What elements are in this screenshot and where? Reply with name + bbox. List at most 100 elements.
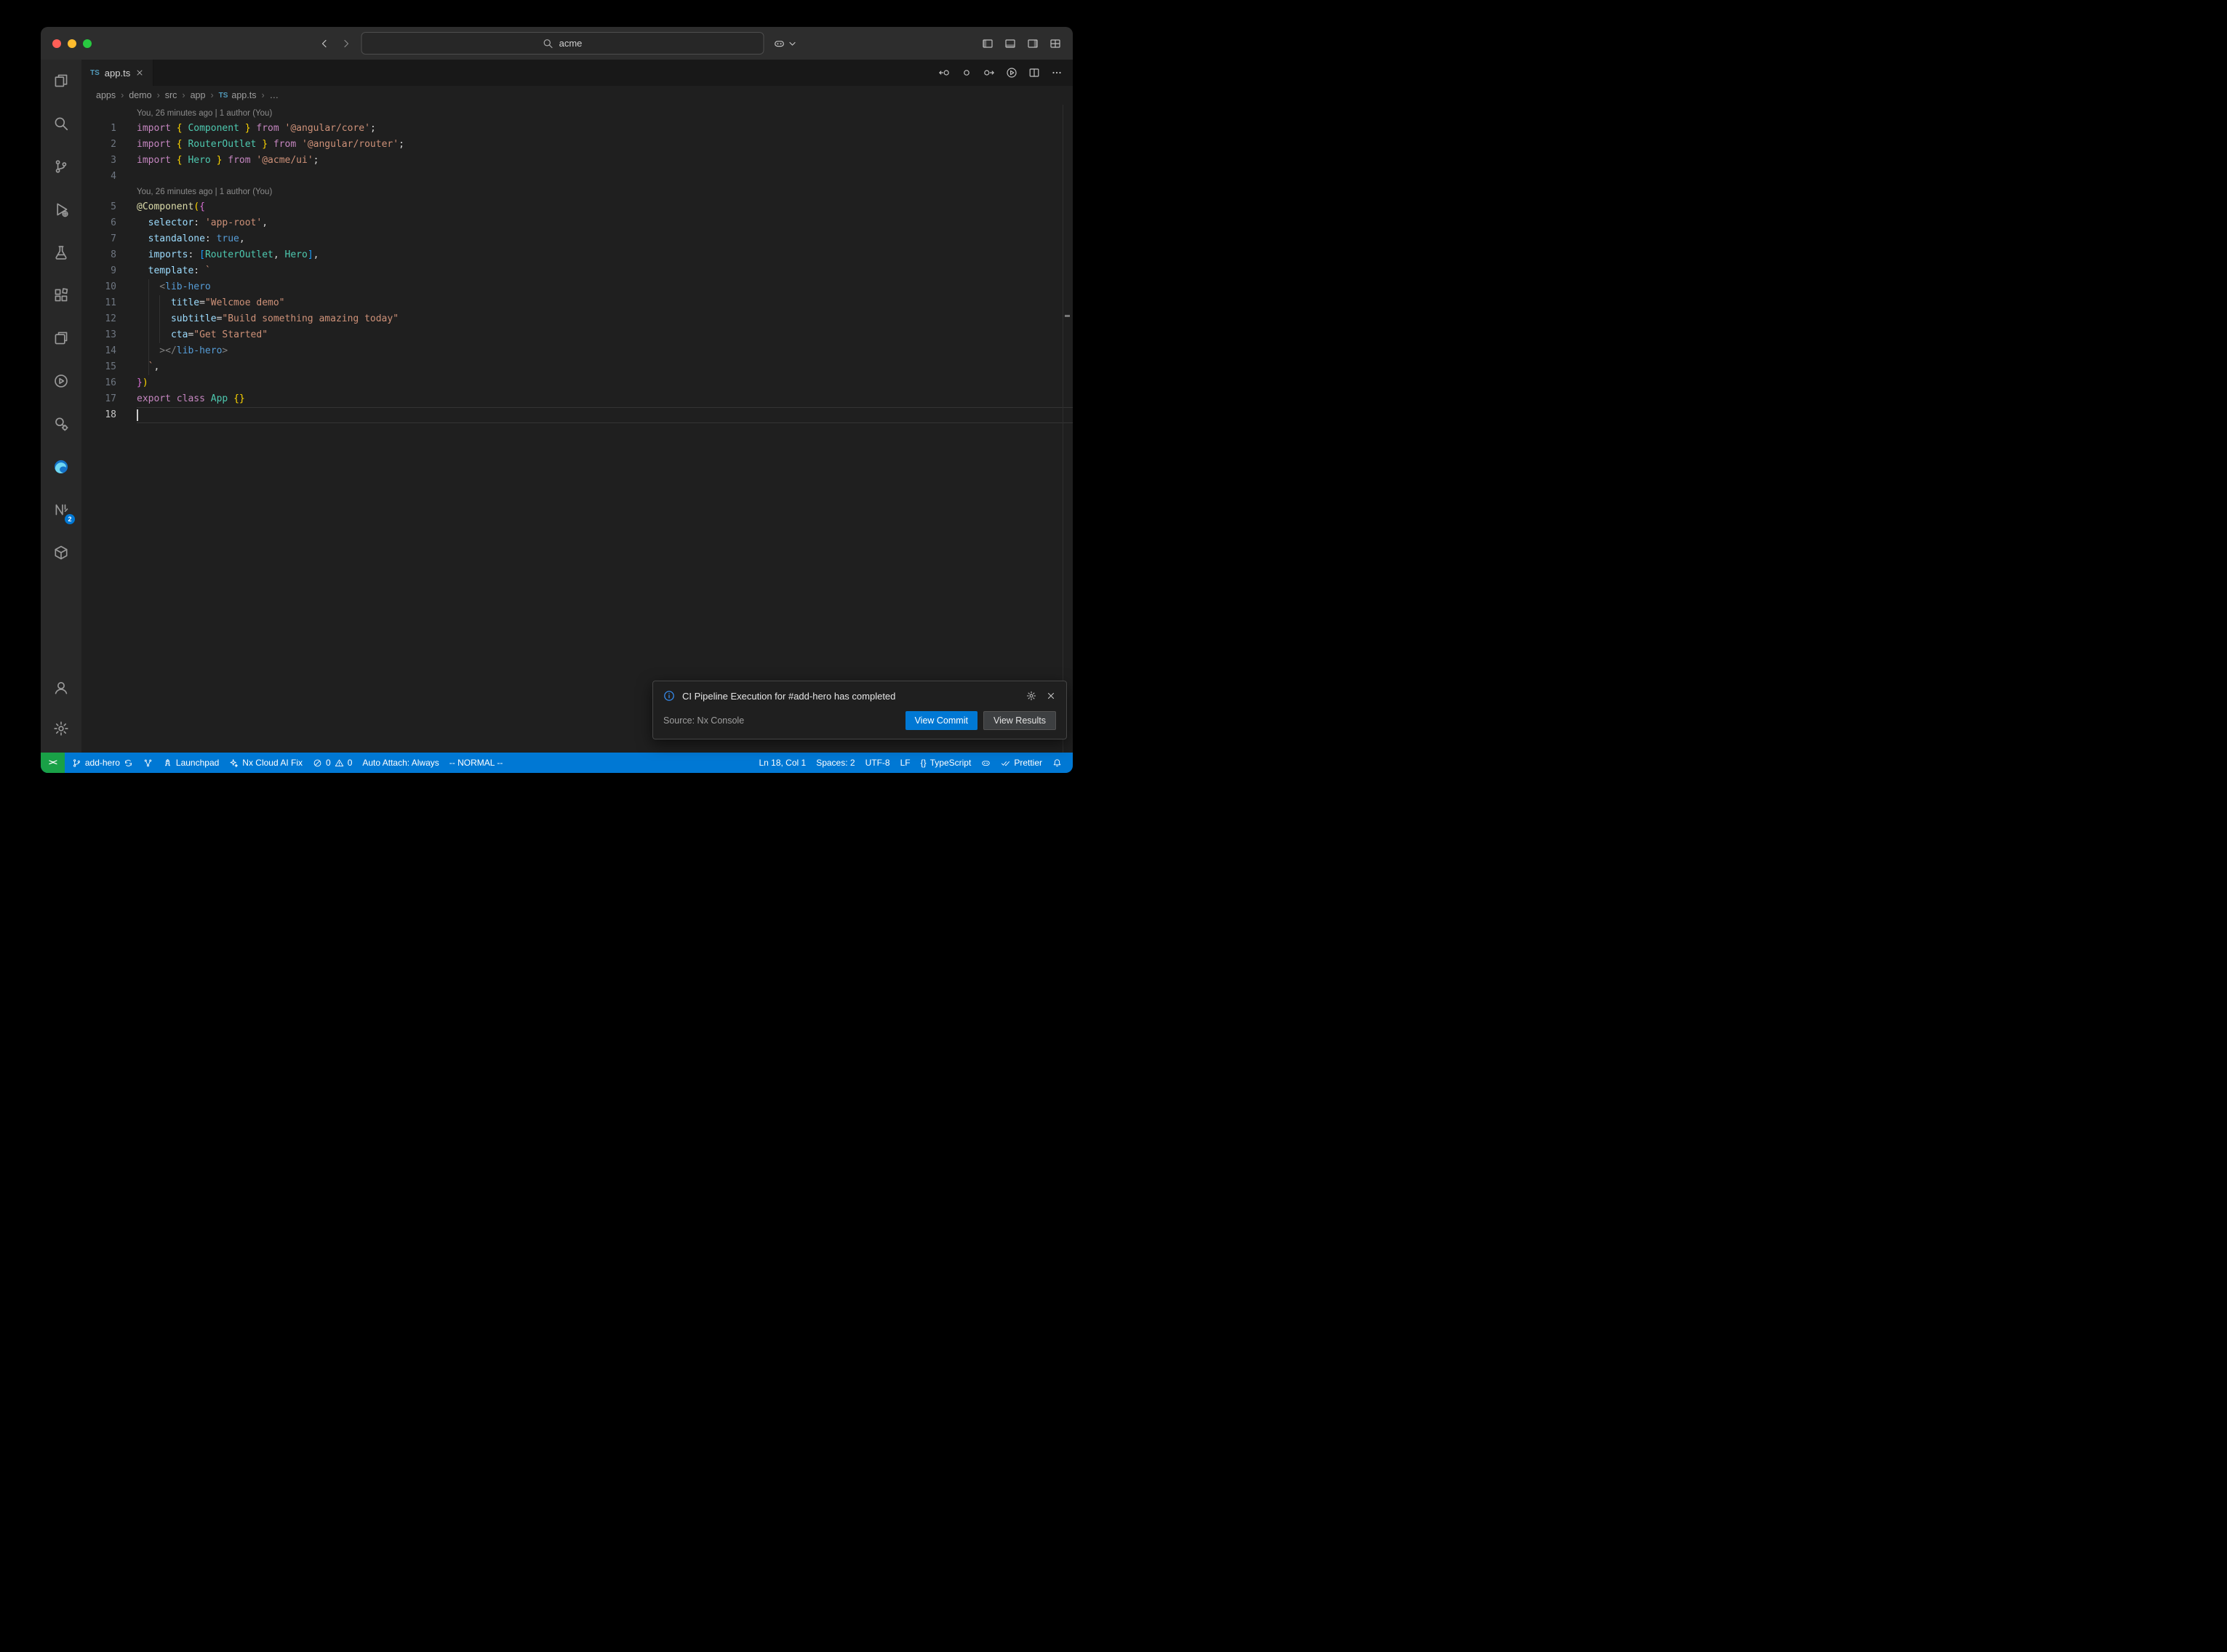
activity-item-run-debug[interactable] (41, 191, 81, 228)
breadcrumb-label: app.ts (231, 90, 256, 100)
activity-item-play-circle[interactable] (41, 363, 81, 399)
notification-title: CI Pipeline Execution for #add-hero has … (682, 691, 1019, 702)
gear-icon (53, 721, 69, 737)
customize-layout-button[interactable] (1049, 38, 1061, 49)
breadcrumb-item[interactable]: demo (129, 90, 151, 100)
status-language[interactable]: {}TypeScript (916, 753, 977, 773)
status-indentation[interactable]: Spaces: 2 (811, 753, 860, 773)
line-number: 3 (81, 153, 116, 169)
code-text (137, 169, 1073, 185)
status-vim-mode[interactable]: -- NORMAL -- (444, 753, 508, 773)
code-row: 11 title="Welcmoe demo" (81, 295, 1073, 311)
minimize-window-button[interactable] (68, 39, 76, 48)
status-eol[interactable]: LF (895, 753, 916, 773)
view-results-button[interactable]: View Results (983, 711, 1056, 730)
text-cursor (137, 409, 138, 421)
more-actions-button[interactable] (1051, 67, 1063, 79)
activity-item-edge-tools[interactable] (41, 449, 81, 485)
close-window-button[interactable] (52, 39, 61, 48)
window-controls (52, 39, 92, 48)
activity-item-account[interactable] (41, 670, 81, 706)
copilot-menu-button[interactable] (773, 38, 795, 49)
activity-item-source-control[interactable] (41, 148, 81, 185)
status-bar: >< add-hero LaunchpadNx Cloud AI Fix00Auto… (41, 753, 1073, 773)
gear-icon[interactable] (1026, 691, 1036, 701)
status-formatter[interactable]: Prettier (996, 753, 1047, 773)
notification-footer: Source: Nx Console View Commit View Resu… (663, 711, 1056, 730)
layout-controls (982, 38, 1061, 49)
status-commit-graph[interactable] (138, 753, 158, 773)
statusbar-right: Ln 18, Col 1Spaces: 2 UTF-8 LF{}TypeScript… (753, 753, 1067, 773)
activity-item-extensions[interactable] (41, 277, 81, 313)
breadcrumb-item[interactable]: TSapp.ts (219, 90, 257, 100)
view-commit-button[interactable]: View Commit (905, 711, 977, 730)
close-icon[interactable] (1046, 691, 1056, 701)
rocket-icon (163, 758, 172, 768)
activity-item-search[interactable] (41, 105, 81, 142)
toggle-primary-sidebar-button[interactable] (982, 38, 993, 49)
status-diagnostics[interactable]: 00 (308, 753, 357, 773)
command-center-search[interactable]: acme (361, 32, 764, 55)
navigate-forward-button[interactable] (340, 38, 351, 49)
codelens-row[interactable]: You, 26 minutes ago | 1 author (You) (81, 185, 1073, 199)
ts-file-icon: TS (219, 92, 228, 100)
status-branch[interactable]: add-hero (67, 753, 138, 773)
check2-icon (1001, 758, 1010, 768)
open-changes-previous-button[interactable] (938, 67, 950, 79)
status-label: 0 (326, 758, 331, 768)
breadcrumb-item[interactable]: … (270, 90, 279, 100)
split-icon (1028, 67, 1040, 79)
split-editor-button[interactable] (1028, 67, 1040, 79)
activity-item-search-gear[interactable] (41, 406, 81, 442)
activity-item-explorer[interactable] (41, 63, 81, 99)
breadcrumb-item[interactable]: apps (96, 90, 116, 100)
breadcrumb-label: app (191, 90, 206, 100)
status-nx-cloud-fix[interactable]: Nx Cloud AI Fix (224, 753, 308, 773)
status-launchpad[interactable]: Launchpad (158, 753, 224, 773)
activity-item-settings[interactable] (41, 710, 81, 747)
line-number: 5 (81, 199, 116, 215)
toggle-panel-button[interactable] (1004, 38, 1016, 49)
navigate-back-button[interactable] (319, 38, 330, 49)
activity-item-copilot-edits[interactable] (41, 320, 81, 356)
codelens-row[interactable]: You, 26 minutes ago | 1 author (You) (81, 106, 1073, 121)
zoom-window-button[interactable] (83, 39, 92, 48)
status-encoding[interactable]: UTF-8 (860, 753, 895, 773)
status-label: UTF-8 (865, 758, 890, 768)
indent-guide (148, 311, 149, 327)
search-icon (543, 38, 554, 49)
status-auto-attach[interactable]: Auto Attach: Always (357, 753, 444, 773)
run-file-button[interactable] (1006, 67, 1017, 79)
toggle-secondary-sidebar-button[interactable] (1027, 38, 1039, 49)
status-label: add-hero (85, 758, 120, 768)
open-changes-next-button[interactable] (983, 67, 995, 79)
editor[interactable]: You, 26 minutes ago | 1 author (You)1imp… (81, 105, 1073, 753)
sync-icon (124, 758, 133, 768)
breadcrumb-item[interactable]: app (191, 90, 206, 100)
code-row: 4 (81, 169, 1073, 185)
line-number: 1 (81, 121, 116, 137)
line-number: 15 (81, 359, 116, 375)
breadcrumb-item[interactable]: src (165, 90, 177, 100)
toggle-annotation-button[interactable] (961, 67, 972, 79)
code-rows: You, 26 minutes ago | 1 author (You)1imp… (81, 106, 1073, 423)
code-row: 17export class App {} (81, 391, 1073, 407)
activity-item-package-explorer[interactable] (41, 534, 81, 571)
status-notifications-bell[interactable] (1047, 753, 1067, 773)
notification-header: CI Pipeline Execution for #add-hero has … (663, 690, 1056, 702)
code-row: 7 standalone: true, (81, 231, 1073, 247)
tab-app-ts[interactable]: TS app.ts (81, 60, 153, 86)
code-row: 2import { RouterOutlet } from '@angular/… (81, 137, 1073, 153)
close-tab-button[interactable] (135, 68, 144, 77)
ts-file-icon: TS (90, 69, 100, 77)
activity-item-nx-console[interactable]: 2 (41, 492, 81, 528)
line-number: 17 (81, 391, 116, 407)
cube-icon (53, 545, 69, 561)
status-copilot[interactable] (976, 753, 996, 773)
search-icon (53, 116, 69, 132)
code-row: 15 `, (81, 359, 1073, 375)
status-cursor-position[interactable]: Ln 18, Col 1 (753, 753, 811, 773)
activity-item-testing[interactable] (41, 234, 81, 270)
status-remote[interactable]: >< (41, 753, 65, 773)
command-center-group: acme (319, 32, 795, 55)
